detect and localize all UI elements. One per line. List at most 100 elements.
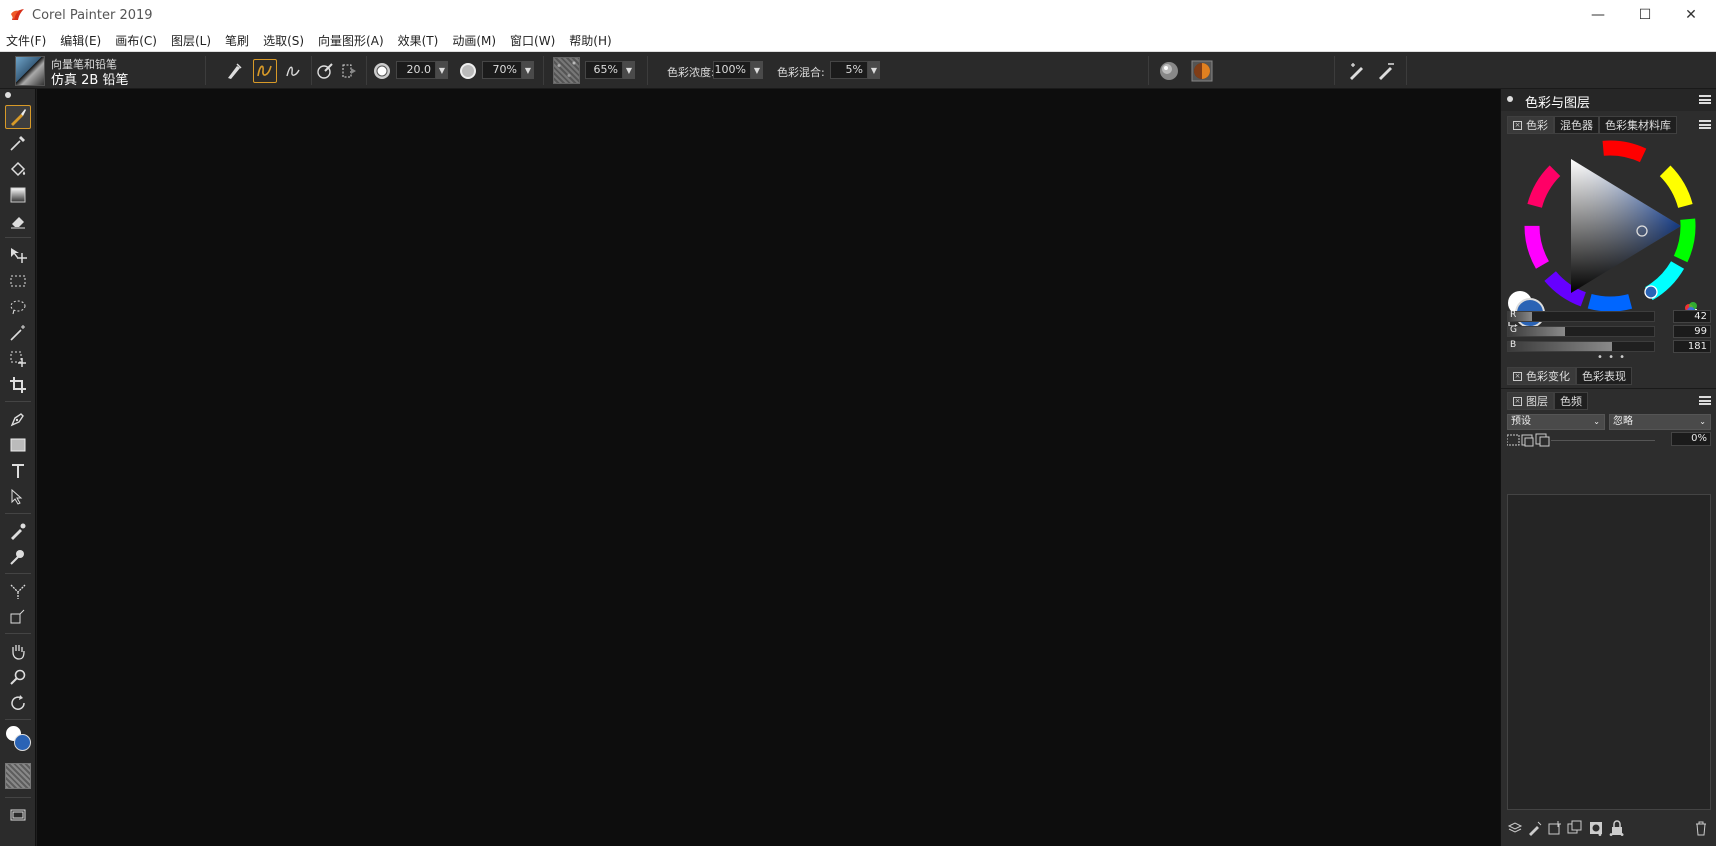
brush-variant-label[interactable]: 仿真 2B 铅笔	[51, 69, 128, 88]
menu-help[interactable]: 帮助(H)	[569, 32, 611, 49]
panel-grip-icon[interactable]	[1507, 96, 1513, 102]
menu-select[interactable]: 选取(S)	[263, 32, 304, 49]
color-wheel[interactable]	[1511, 131, 1707, 316]
menu-effects[interactable]: 效果(T)	[398, 32, 439, 49]
stroke-attributes-icon[interactable]	[313, 59, 337, 83]
layer-lock-icons[interactable]	[1507, 433, 1551, 447]
close-icon[interactable]: ×	[1513, 371, 1522, 381]
composite-method-select[interactable]: 预设 ⌄	[1507, 414, 1605, 430]
separator	[5, 573, 31, 574]
tab-layers[interactable]: × 图层	[1507, 392, 1554, 410]
size-input[interactable]: 20.0	[396, 61, 436, 79]
color-panel-menu-icon[interactable]	[1699, 120, 1711, 129]
text-tool[interactable]	[5, 459, 31, 483]
new-layer-icon[interactable]	[1547, 820, 1563, 836]
layer-opacity-input[interactable]: 0%	[1671, 432, 1711, 446]
main-color-swatch[interactable]	[14, 734, 31, 751]
tab-color-expression[interactable]: 色彩表现	[1576, 367, 1632, 385]
separator	[1334, 56, 1335, 85]
menu-shapes[interactable]: 向量图形(A)	[318, 32, 384, 49]
color-mix-input[interactable]: 5%	[830, 61, 868, 79]
brush-selector-thumbnail[interactable]	[15, 56, 45, 86]
eraser-tool[interactable]	[5, 209, 31, 233]
transform-tool[interactable]	[5, 347, 31, 371]
cloner-tool[interactable]	[5, 519, 31, 543]
hue-picker-handle[interactable]	[1644, 285, 1658, 299]
straight-line-stroke-icon[interactable]	[281, 59, 305, 83]
red-slider[interactable]: R 42	[1507, 310, 1711, 324]
menu-window[interactable]: 窗口(W)	[510, 32, 555, 49]
magnifier-tool[interactable]	[5, 665, 31, 689]
magic-wand-tool[interactable]	[5, 321, 31, 345]
grain-input[interactable]: 65%	[585, 61, 623, 79]
green-value-input[interactable]: 99	[1673, 325, 1711, 338]
rubber-stamp-tool[interactable]	[5, 545, 31, 569]
blue-slider-track[interactable]	[1507, 341, 1655, 352]
perspective-guides-tool[interactable]	[5, 579, 31, 603]
layer-list[interactable]	[1507, 494, 1711, 810]
reset-tool-icon[interactable]	[222, 59, 246, 83]
maximize-button[interactable]: ☐	[1622, 0, 1668, 30]
rectangular-selection-tool[interactable]	[5, 269, 31, 293]
brush-tool[interactable]	[5, 105, 31, 129]
color-concentration-dropdown-icon[interactable]: ▼	[751, 61, 763, 79]
close-button[interactable]: ✕	[1668, 0, 1714, 30]
close-icon[interactable]: ×	[1513, 396, 1522, 406]
opacity-dropdown-icon[interactable]: ▼	[522, 61, 534, 79]
gradient-tool[interactable]	[5, 183, 31, 207]
menu-brushes[interactable]: 笔刷	[225, 32, 249, 49]
lasso-tool[interactable]	[5, 295, 31, 319]
dynamic-plugins-icon[interactable]	[1527, 820, 1543, 836]
menu-movie[interactable]: 动画(M)	[452, 32, 496, 49]
screen-mode-toggle[interactable]	[5, 803, 31, 827]
color-concentration-input[interactable]: 100%	[713, 61, 751, 79]
color-mode-icon[interactable]	[1190, 59, 1214, 83]
paint-bucket-tool[interactable]	[5, 157, 31, 181]
toolbox-grip-icon[interactable]	[5, 92, 11, 98]
green-slider-track[interactable]	[1507, 326, 1655, 337]
pen-tool[interactable]	[5, 407, 31, 431]
tab-color-variation[interactable]: × 色彩变化	[1507, 367, 1576, 385]
delete-layer-icon[interactable]	[1693, 820, 1709, 836]
minimize-button[interactable]: —	[1575, 0, 1621, 30]
green-slider[interactable]: G 99	[1507, 325, 1711, 339]
paper-texture-swatch[interactable]	[553, 57, 580, 84]
composite-depth-select[interactable]: 忽略 ⌄	[1609, 414, 1711, 430]
color-mix-dropdown-icon[interactable]: ▼	[868, 61, 880, 79]
blue-value-input[interactable]: 181	[1673, 340, 1711, 353]
canvas-area[interactable]	[37, 89, 1500, 846]
menu-edit[interactable]: 编辑(E)	[60, 32, 101, 49]
paper-selector[interactable]	[5, 763, 31, 789]
brush-tracking-icon[interactable]	[1374, 59, 1398, 83]
layer-adjuster-tool[interactable]	[5, 243, 31, 267]
opacity-slider-track[interactable]	[1551, 440, 1655, 441]
rectangular-shape-tool[interactable]	[5, 433, 31, 457]
red-value-input[interactable]: 42	[1673, 310, 1711, 323]
menu-file[interactable]: 文件(F)	[6, 32, 46, 49]
shape-selection-tool[interactable]	[5, 485, 31, 509]
crop-tool[interactable]	[5, 373, 31, 397]
menu-layers[interactable]: 图层(L)	[171, 32, 211, 49]
sphere-light-icon[interactable]	[1157, 59, 1181, 83]
menu-canvas[interactable]: 画布(C)	[115, 32, 157, 49]
dropper-tool[interactable]	[5, 131, 31, 155]
divine-proportion-tool[interactable]	[5, 605, 31, 629]
toolbox-color-swatches[interactable]	[4, 725, 32, 753]
freehand-stroke-icon[interactable]	[253, 59, 277, 83]
size-dropdown-icon[interactable]: ▼	[436, 61, 448, 79]
dab-preview-icon[interactable]	[337, 59, 361, 83]
brush-calibration-icon[interactable]	[1345, 59, 1369, 83]
layer-group-icon[interactable]	[1567, 820, 1583, 836]
close-icon[interactable]: ×	[1513, 120, 1522, 130]
grabber-tool[interactable]	[5, 639, 31, 663]
panel-menu-icon[interactable]	[1699, 95, 1711, 104]
opacity-input[interactable]: 70%	[482, 61, 522, 79]
layers-more-options[interactable]: • • •	[1597, 830, 1626, 841]
layer-stack-icon[interactable]	[1507, 820, 1523, 836]
red-slider-track[interactable]	[1507, 311, 1655, 322]
grain-dropdown-icon[interactable]: ▼	[623, 61, 635, 79]
color-more-options[interactable]: • • •	[1597, 352, 1626, 363]
rotate-page-tool[interactable]	[5, 691, 31, 715]
layers-panel-menu-icon[interactable]	[1699, 396, 1711, 405]
tab-channels[interactable]: 色频	[1554, 392, 1588, 410]
